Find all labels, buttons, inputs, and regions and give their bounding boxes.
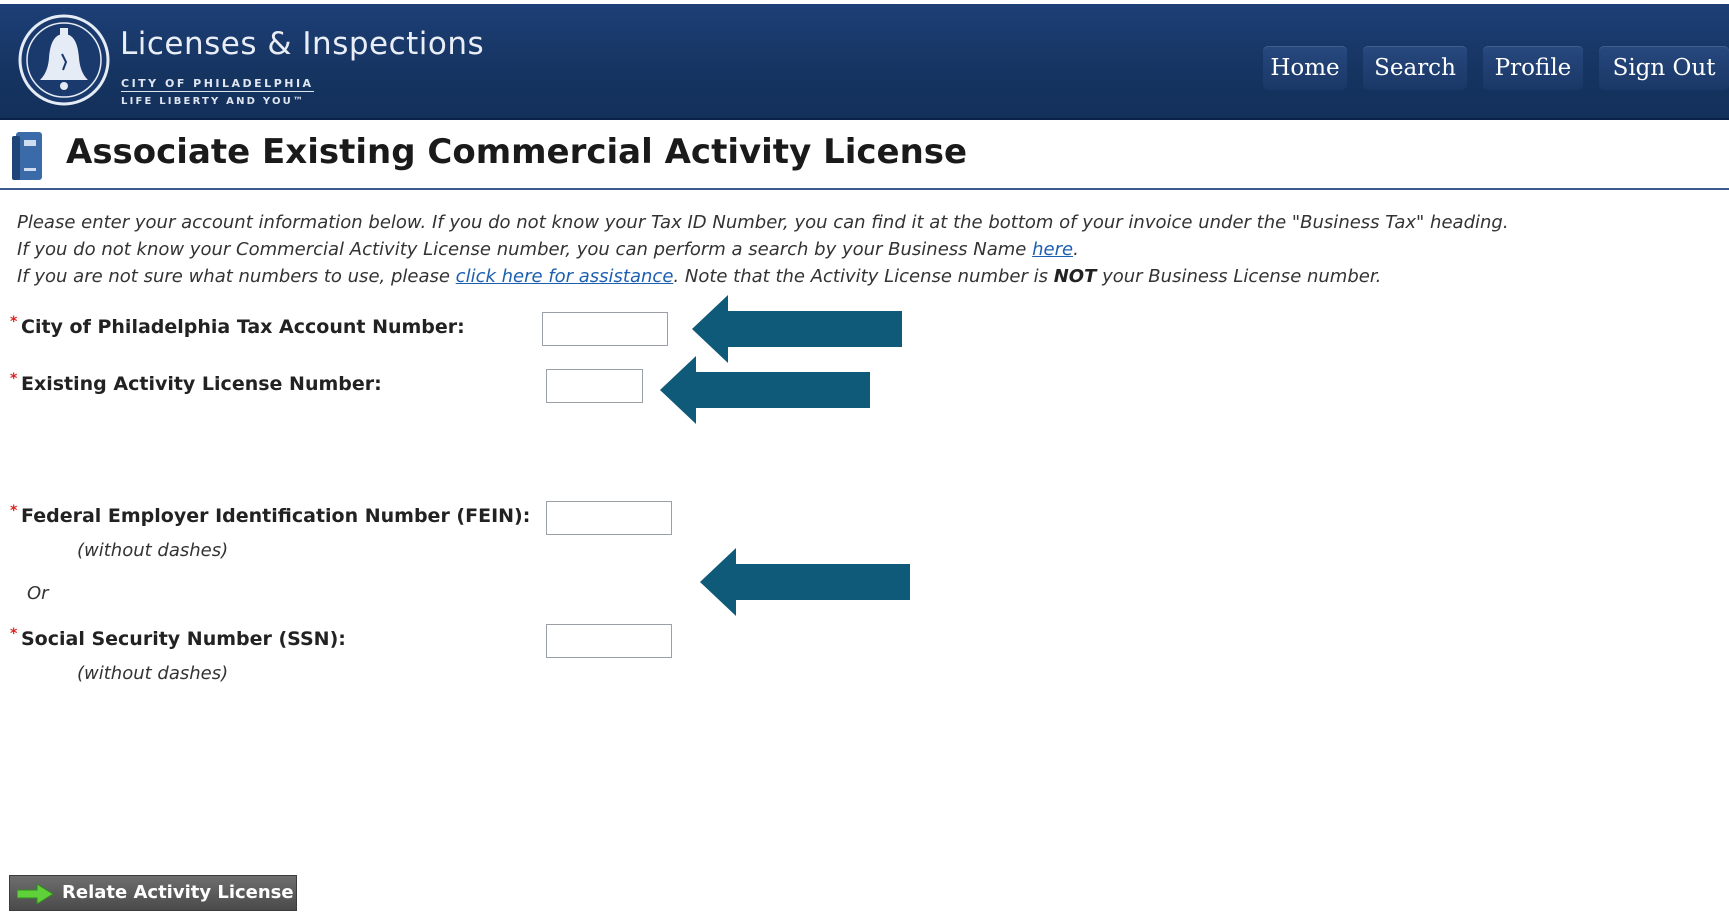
brand-title: Licenses & Inspections xyxy=(120,26,485,62)
tax-account-label: City of Philadelphia Tax Account Number: xyxy=(21,316,465,338)
license-number-input[interactable] xyxy=(546,369,643,403)
or-separator: Or xyxy=(27,583,49,604)
required-marker: * xyxy=(10,503,18,519)
fein-label: Federal Employer Identification Number (… xyxy=(21,505,531,527)
fein-hint: (without dashes) xyxy=(77,540,229,561)
liberty-bell-seal-icon[interactable] xyxy=(18,14,110,106)
ssn-input[interactable] xyxy=(546,624,672,658)
instruction-text: Please enter your account information be… xyxy=(17,212,1509,233)
fein-input[interactable] xyxy=(546,501,672,535)
instruction-text: . Note that the Activity License number … xyxy=(673,266,1054,287)
page-title: Associate Existing Commercial Activity L… xyxy=(66,132,968,172)
green-right-arrow-icon xyxy=(17,884,53,904)
instruction-text: your Business License number. xyxy=(1096,266,1382,287)
instruction-line-3: If you are not sure what numbers to use,… xyxy=(17,266,1381,287)
business-name-search-link[interactable]: here xyxy=(1032,239,1073,260)
left-arrow-icon xyxy=(692,295,902,363)
brand-city: CITY OF PHILADELPHIA xyxy=(121,77,314,92)
tax-account-input[interactable] xyxy=(542,312,668,346)
instruction-text: If you do not know your Commercial Activ… xyxy=(17,239,1033,260)
instruction-line-2: If you do not know your Commercial Activ… xyxy=(17,239,1079,260)
binder-icon xyxy=(12,132,42,180)
instruction-emphasis: NOT xyxy=(1053,266,1097,287)
left-arrow-icon xyxy=(660,356,870,424)
submit-label: Relate Activity License xyxy=(62,882,294,903)
title-divider xyxy=(0,188,1729,190)
assistance-link[interactable]: click here for assistance xyxy=(456,266,674,287)
instruction-text: If you are not sure what numbers to use,… xyxy=(17,266,456,287)
required-marker: * xyxy=(10,626,18,642)
required-marker: * xyxy=(10,371,18,387)
site-header: Licenses & Inspections CITY OF PHILADELP… xyxy=(0,4,1729,120)
required-marker: * xyxy=(10,314,18,330)
nav-sign-out-button[interactable]: Sign Out xyxy=(1599,46,1729,90)
left-arrow-icon xyxy=(700,548,910,616)
ssn-hint: (without dashes) xyxy=(77,663,229,684)
nav-home-button[interactable]: Home xyxy=(1263,46,1347,90)
nav-profile-button[interactable]: Profile xyxy=(1483,46,1583,90)
brand-tagline: LIFE LIBERTY AND YOU™ xyxy=(121,96,306,107)
ssn-label: Social Security Number (SSN): xyxy=(21,628,346,650)
instruction-line-1: Please enter your account information be… xyxy=(17,212,1509,233)
relate-activity-license-button[interactable]: Relate Activity License xyxy=(9,875,297,911)
instruction-text: . xyxy=(1073,239,1079,260)
nav-search-button[interactable]: Search xyxy=(1363,46,1467,90)
license-number-label: Existing Activity License Number: xyxy=(21,373,382,395)
